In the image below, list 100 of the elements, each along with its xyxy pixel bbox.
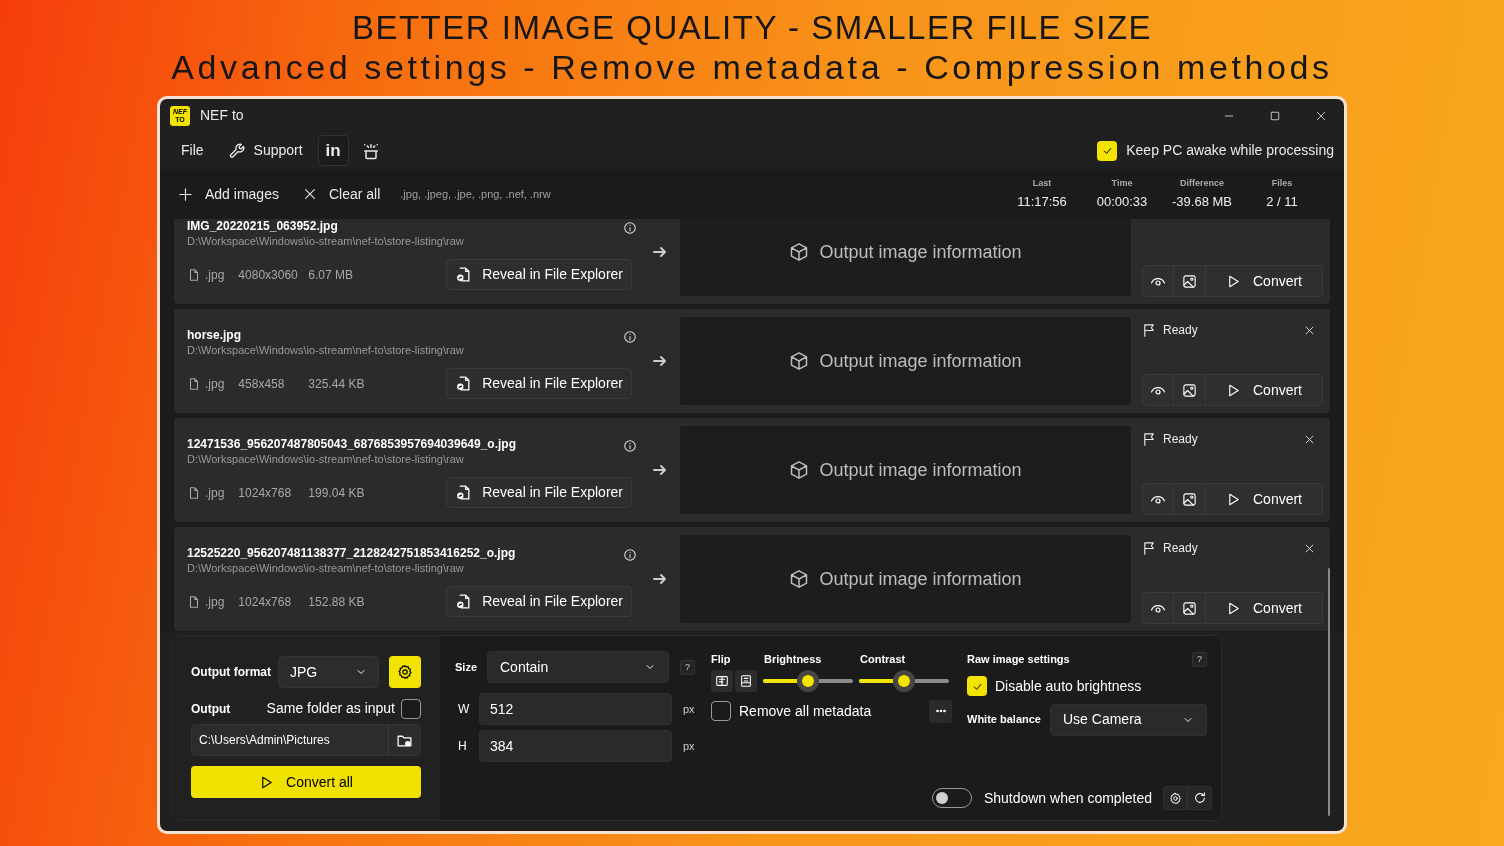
supported-formats: .jpg, .jpeg, .jpe, .png, .nef, .nrw: [400, 186, 551, 202]
help-button[interactable]: ?: [1192, 651, 1207, 667]
checkbox[interactable]: [967, 676, 987, 696]
close-icon: [302, 187, 317, 201]
file-size: 199.04 KB: [308, 484, 365, 502]
file-size: 6.07 MB: [308, 266, 354, 284]
image-icon: [1182, 382, 1197, 398]
cube-icon: [789, 242, 810, 262]
unit-label: px: [683, 701, 695, 717]
clear-all-button[interactable]: Clear all: [302, 178, 381, 210]
stat-value: 00:00:33: [1096, 193, 1148, 211]
image-dimensions: 1024x768: [238, 484, 293, 502]
checkbox[interactable]: [1097, 140, 1118, 161]
format-dropdown[interactable]: JPG: [278, 656, 379, 688]
gear-icon: [397, 664, 413, 680]
balance-mode-dropdown[interactable]: Use Camera: [1050, 703, 1207, 736]
size-dropdown[interactable]: Contain: [487, 651, 669, 683]
reveal-button[interactable]: Reveal in File Explorer: [446, 368, 632, 399]
file-path: D:\Workspace\Windows\io-stream\nef-to\store-listing\raw: [187, 561, 465, 576]
file-path: D:\Workspace\Windows\io-stream\nef-to\store-listing\raw: [187, 234, 465, 249]
flip-icon: [739, 673, 753, 688]
image-icon: [1182, 273, 1197, 289]
arrow-right-icon: [652, 244, 668, 260]
close-icon[interactable]: [1304, 324, 1315, 336]
wrench-icon: [227, 141, 246, 160]
field-label: Brightness: [764, 652, 823, 667]
brightness-slider[interactable]: [763, 669, 853, 692]
cube-icon: [789, 460, 810, 480]
more-options-button[interactable]: [929, 699, 952, 723]
info-icon[interactable]: [623, 330, 637, 344]
close-icon[interactable]: [1304, 433, 1315, 445]
refresh-icon: [1192, 791, 1207, 805]
output-path-field[interactable]: C:\Users\Admin\Pictures: [191, 724, 421, 756]
flag-icon: [1142, 322, 1157, 338]
file-icon: [187, 376, 201, 391]
section-title: Raw image settings: [967, 652, 1070, 667]
stat-label: Time: [1111, 176, 1133, 190]
checkbox[interactable]: [711, 701, 731, 721]
dimension-input[interactable]: 512: [479, 693, 672, 725]
gear-icon: [1169, 791, 1182, 805]
flip-horizontal-button[interactable]: [711, 669, 733, 692]
arrow-right-icon: [652, 571, 668, 587]
play-icon: [1226, 273, 1241, 289]
scrollbar[interactable]: [1328, 568, 1330, 816]
flip-vertical-button[interactable]: [735, 669, 757, 692]
status-text: Ready: [1163, 322, 1198, 339]
play-icon: [1226, 382, 1241, 398]
info-icon[interactable]: [623, 221, 637, 235]
output-info-field: Output image information: [680, 535, 1131, 623]
file-path: D:\Workspace\Windows\io-stream\nef-to\store-listing\raw: [187, 343, 465, 358]
status-text: Ready: [1163, 540, 1198, 557]
field-label: Output format: [191, 664, 272, 681]
reveal-button[interactable]: Reveal in File Explorer: [446, 586, 632, 617]
add-images-button[interactable]: Add images: [178, 178, 279, 210]
slider-thumb[interactable]: [797, 669, 819, 692]
format-settings-button[interactable]: [389, 656, 421, 688]
file-name: 12471536_956207487805043_6876853957694039649_o.jpg: [187, 437, 516, 452]
info-icon[interactable]: [623, 548, 637, 562]
flag-icon: [1142, 431, 1157, 447]
reveal-button[interactable]: Reveal in File Explorer: [446, 259, 632, 290]
plus-icon: [178, 186, 193, 202]
reveal-button[interactable]: Reveal in File Explorer: [446, 477, 632, 508]
banner-subheading: Advanced settings - Remove metadata - Compression methods: [171, 48, 1333, 86]
checkbox[interactable]: [401, 698, 421, 719]
slider-thumb[interactable]: [893, 669, 915, 692]
support-menu[interactable]: Support: [218, 134, 312, 167]
field-label: White balance: [967, 712, 1042, 728]
flag-icon: [1142, 540, 1157, 556]
field-label: Size: [455, 659, 478, 675]
maximize-icon[interactable]: [1269, 109, 1281, 122]
arrow-right-icon: [652, 353, 668, 369]
menu-item[interactable]: File: [172, 134, 213, 167]
unit-label: px: [683, 738, 695, 754]
file-extension: .jpg: [205, 484, 225, 502]
close-icon[interactable]: [1304, 542, 1315, 554]
flip-icon: [715, 673, 729, 688]
info-icon[interactable]: [623, 439, 637, 453]
checkbox-label: Same folder as input: [266, 699, 395, 718]
field-label: W: [457, 701, 471, 718]
field-label: Flip: [711, 652, 732, 667]
image-dimensions: 1024x768: [238, 593, 293, 611]
contrast-slider[interactable]: [859, 669, 949, 692]
field-label: H: [457, 738, 468, 755]
convert-all-button[interactable]: Convert all: [191, 766, 421, 798]
status-text: Ready: [1163, 431, 1198, 448]
output-info-field: Output image information: [680, 426, 1131, 514]
cube-icon: [789, 351, 810, 371]
image-icon: [1182, 491, 1197, 507]
play-icon: [1226, 600, 1241, 616]
file-size: 152.88 KB: [308, 593, 365, 611]
file-name: 12525220_956207481138377_2128242751853416252_o.jpg: [187, 546, 516, 561]
file-extension: .jpg: [205, 375, 225, 393]
dimension-input[interactable]: 384: [479, 730, 672, 762]
stat-value: 2 / 11: [1266, 193, 1298, 211]
linkedin-button[interactable]: in: [317, 135, 349, 166]
file-extension: .jpg: [205, 593, 225, 611]
help-button[interactable]: ?: [680, 659, 695, 675]
close-icon[interactable]: [1315, 109, 1327, 122]
stat-label: Difference: [1180, 176, 1224, 190]
file-icon: [187, 594, 201, 609]
